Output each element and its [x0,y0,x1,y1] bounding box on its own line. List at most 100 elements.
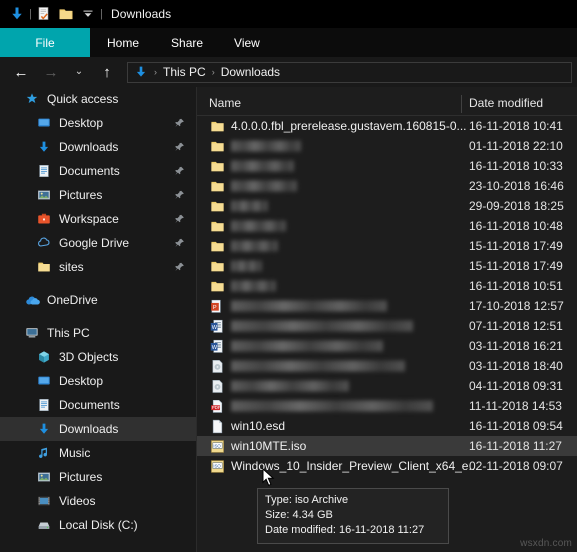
sidebar-item-pictures-qa[interactable]: Pictures [0,183,196,207]
nav-header-quick-access[interactable]: Quick access [0,87,196,111]
sidebar-item-local-disk-c[interactable]: Local Disk (C:) [0,513,196,537]
column-header-date-modified[interactable]: Date modified [469,96,543,110]
sidebar-item-label: Documents [59,164,120,178]
tab-home[interactable]: Home [90,28,156,57]
sidebar-item-label: Desktop [59,116,104,130]
sidebar-item-downloads-qa[interactable]: Downloads [0,135,196,159]
breadcrumb-separator-1: › [154,67,157,77]
file-date: 15-11-2018 17:49 [469,259,563,273]
redacted-file-name [231,160,294,172]
table-row[interactable]: 16-11-2018 10:48 [197,216,577,236]
table-row[interactable]: 16-11-2018 10:33 [197,156,577,176]
table-row[interactable]: PDF 11-11-2018 14:53 [197,396,577,416]
sidebar-item-this-pc[interactable]: This PC [0,321,196,345]
properties-quick-icon[interactable] [33,3,55,25]
breadcrumb-separator-2: › [211,67,215,77]
column-divider[interactable] [461,95,462,113]
customize-qat-dropdown[interactable] [77,3,99,25]
sidebar-item-label: Downloads [59,140,119,154]
pin-icon[interactable] [174,142,185,153]
recent-locations-dropdown[interactable]: ⌄ [67,60,91,84]
file-date: 02-11-2018 09:07 [469,459,563,473]
tab-file[interactable]: File [0,28,90,57]
sidebar-item-downloads-pc[interactable]: Downloads [0,417,196,441]
pin-icon[interactable] [174,118,185,129]
breadcrumb-item-downloads[interactable]: Downloads [221,65,280,79]
file-date: 15-11-2018 17:49 [469,239,563,253]
downloads-quick-icon[interactable] [6,3,28,25]
file-name: 4.0.0.0.fbl_prerelease.gustavem.160815-0… [231,119,467,133]
file-date: 03-11-2018 16:21 [469,339,563,353]
navigation-pane[interactable]: Quick access Desktop Downloads Documents… [0,87,196,552]
breadcrumb-item-this-pc[interactable]: This PC [163,65,206,79]
redacted-file-name [231,380,349,392]
new-folder-quick-icon[interactable] [55,3,77,25]
sidebar-item-documents-qa[interactable]: Documents [0,159,196,183]
tooltip-type-line: Type: iso Archive [265,494,349,506]
table-row[interactable]: win10.esd 16-11-2018 09:54 [197,416,577,436]
pin-icon[interactable] [174,166,185,177]
forward-button[interactable]: → [39,60,63,84]
title-bar: Downloads [0,0,577,28]
sidebar-item-desktop-pc[interactable]: Desktop [0,369,196,393]
watermark: wsxdn.com [520,538,572,549]
sidebar-item-google-drive[interactable]: Google Drive [0,231,196,255]
table-row[interactable]: 01-11-2018 22:10 [197,136,577,156]
file-date: 23-10-2018 16:46 [469,179,564,193]
sidebar-item-videos[interactable]: Videos [0,489,196,513]
table-row[interactable]: ISO Windows_10_Insider_Preview_Client_x6… [197,456,577,476]
table-row[interactable]: 04-11-2018 09:31 [197,376,577,396]
generic-file-icon [209,358,225,374]
table-row[interactable]: 23-10-2018 16:46 [197,176,577,196]
table-row[interactable]: W 03-11-2018 16:21 [197,336,577,356]
sidebar-item-documents-pc[interactable]: Documents [0,393,196,417]
sidebar-item-desktop-qa[interactable]: Desktop [0,111,196,135]
table-row[interactable]: 4.0.0.0.fbl_prerelease.gustavem.160815-0… [197,116,577,136]
file-explorer-window: Downloads File Home Share View ← → ⌄ ↑ ›… [0,0,577,552]
word-icon: W [209,338,225,354]
folder-icon [209,258,225,274]
sidebar-item-label: sites [59,260,84,274]
sidebar-item-music[interactable]: Music [0,441,196,465]
pin-icon[interactable] [174,214,185,225]
folder-icon [209,198,225,214]
file-date: 16-11-2018 10:41 [469,119,563,133]
back-button[interactable]: ← [9,60,33,84]
svg-text:PDF: PDF [211,405,220,410]
table-row[interactable]: 15-11-2018 17:49 [197,236,577,256]
breadcrumb[interactable]: › This PC › Downloads [127,61,572,83]
pin-icon[interactable] [174,190,185,201]
sidebar-item-workspace[interactable]: Workspace [0,207,196,231]
iso-file-icon: ISO [209,458,225,474]
table-row[interactable]: 15-11-2018 17:49 [197,256,577,276]
folder-icon [209,218,225,234]
table-row-selected[interactable]: ISO win10MTE.iso 16-11-2018 11:27 [197,436,577,456]
table-row[interactable]: W 07-11-2018 12:51 [197,316,577,336]
table-row[interactable]: P 17-10-2018 12:57 [197,296,577,316]
3d-objects-icon [36,349,52,365]
table-row[interactable]: 16-11-2018 10:51 [197,276,577,296]
folder-icon [36,259,52,275]
sidebar-item-onedrive[interactable]: OneDrive [0,288,196,312]
sidebar-item-label: Pictures [59,188,103,202]
ribbon-tab-bar: File Home Share View [0,28,577,57]
redacted-file-name [231,220,286,232]
up-button[interactable]: ↑ [95,60,119,84]
column-header-name[interactable]: Name [209,96,241,110]
folder-icon [209,178,225,194]
qat-separator-2 [99,7,104,21]
table-row[interactable]: 03-11-2018 18:40 [197,356,577,376]
pin-icon[interactable] [174,238,185,249]
tab-share[interactable]: Share [156,28,218,57]
redacted-file-name [231,360,405,372]
sidebar-item-pictures-pc[interactable]: Pictures [0,465,196,489]
table-row[interactable]: 29-09-2018 18:25 [197,196,577,216]
svg-text:P: P [212,304,216,310]
file-list-pane[interactable]: Name Date modified 4.0.0.0.fbl_prereleas… [196,87,577,552]
nav-section-gap-1 [0,279,196,288]
sidebar-item-sites[interactable]: sites [0,255,196,279]
sidebar-item-3d-objects[interactable]: 3D Objects [0,345,196,369]
file-date: 16-11-2018 11:27 [469,439,562,453]
pin-icon[interactable] [174,262,185,273]
tab-view[interactable]: View [218,28,276,57]
